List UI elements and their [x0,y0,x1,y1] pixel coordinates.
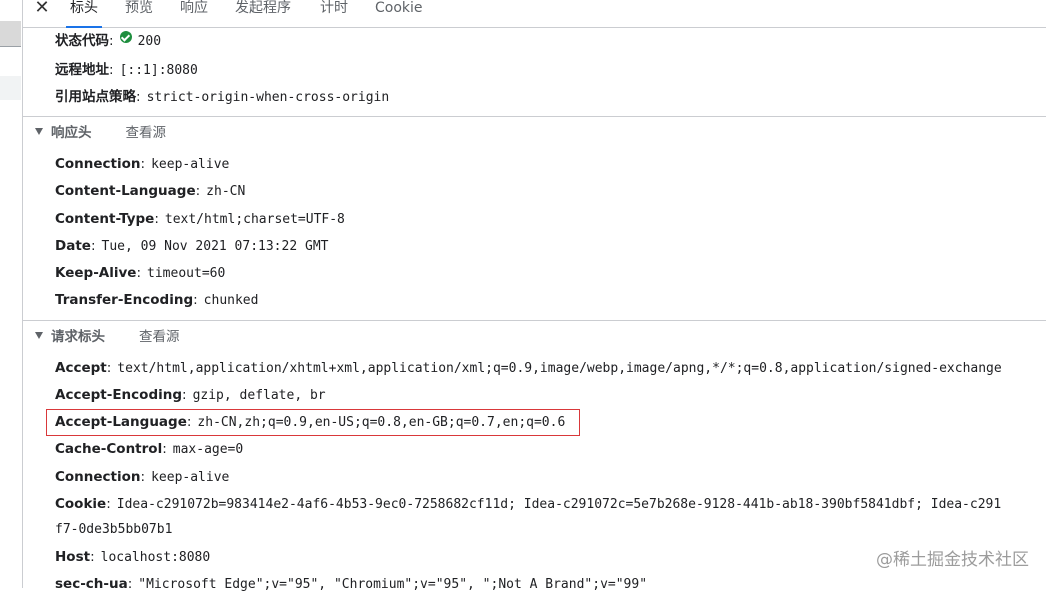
tab-response[interactable]: 响应 [180,0,208,27]
header-key: Connection [55,156,141,172]
check-circle-icon [119,31,132,43]
header-value: [::1]:8080 [119,63,198,78]
header-key: Cache-Control [55,441,163,457]
header-value: Tue, 09 Nov 2021 07:13:22 GMT [101,239,329,254]
header-key: Accept-Encoding [55,387,183,403]
header-value: localhost:8080 [100,550,211,565]
response-header-row: Content-Type: text/html;charset=UTF-8 [55,211,345,227]
header-value: strict-origin-when-cross-origin [146,90,390,105]
header-value: keep-alive [151,157,230,172]
headers-panel: 状态代码: 200 远程地址: [::1]:8080 引用站点策略: strict-o… [23,28,1046,592]
header-value: max-age=0 [172,442,244,457]
request-header-row: Host: localhost:8080 [55,549,211,565]
tab-timing[interactable]: 计时 [320,0,348,27]
response-header-row: Content-Language: zh-CN [55,183,246,199]
section-divider [23,116,1046,117]
request-header-row: Cache-Control: max-age=0 [55,441,244,457]
header-key: Cookie [55,496,107,512]
view-source-link[interactable]: 查看源 [139,329,180,345]
section-title: 响应头 [51,125,92,141]
response-headers-toggle[interactable]: 响应头 查看源 [35,123,166,143]
header-key: Keep-Alive [55,265,137,281]
request-headers-toggle[interactable]: 请求标头 查看源 [35,327,180,347]
general-row: 状态代码: 200 [55,31,162,49]
tab-headers[interactable]: 标头 [66,0,102,28]
general-row: 引用站点策略: strict-origin-when-cross-origin [55,89,390,105]
header-value: zh-CN,zh;q=0.9,en-US;q=0.8,en-GB;q=0.7,e… [197,415,566,430]
header-key: 引用站点策略 [55,89,136,105]
tab-cookies[interactable]: Cookie [375,0,423,27]
response-header-row: Keep-Alive: timeout=60 [55,265,226,281]
detail-tab-bar: ✕ 标头 预览 响应 发起程序 计时 Cookie [23,0,1046,28]
header-key: 远程地址 [55,62,109,78]
request-list-strip[interactable] [0,0,23,588]
header-value: chunked [203,293,259,308]
header-value: 200 [137,34,162,49]
request-header-row: Connection: keep-alive [55,469,230,485]
header-key: Content-Type [55,211,155,227]
header-value: "Microsoft Edge";v="95", "Chromium";v="9… [138,577,648,592]
header-value: f7-0de3b5bb07b1 [55,522,173,537]
watermark: @稀土掘金技术社区 [876,550,1029,570]
tab-preview[interactable]: 预览 [125,0,153,27]
header-key: Connection [55,469,141,485]
tab-initiator[interactable]: 发起程序 [235,0,291,27]
request-header-row: Accept-Encoding: gzip, deflate, br [55,387,326,403]
header-value: Idea-c291072b=983414e2-4af6-4b53-9ec0-72… [116,497,1002,512]
header-key: Accept-Language [55,414,187,430]
close-icon[interactable]: ✕ [33,0,51,18]
row-divider [0,46,21,47]
header-key: Date [55,238,91,254]
header-key: Content-Language [55,183,196,199]
header-value: zh-CN [206,184,246,199]
response-header-row: Connection: keep-alive [55,156,230,172]
request-row[interactable] [0,76,21,100]
header-key: Accept [55,360,107,376]
header-key: Host [55,549,91,565]
header-key: Transfer-Encoding [55,292,194,308]
header-value: text/html;charset=UTF-8 [164,212,345,227]
header-key: sec-ch-ua [55,576,128,592]
header-value-continuation: f7-0de3b5bb07b1 [55,520,172,540]
request-header-row: Accept: text/html,application/xhtml+xml,a… [55,360,1002,376]
request-header-row: sec-ch-ua: "Microsoft Edge";v="95", "Chro… [55,576,648,592]
selected-request-row[interactable] [0,21,21,47]
section-divider [23,320,1046,321]
view-source-link[interactable]: 查看源 [126,125,167,141]
request-header-row: Accept-Language: zh-CN,zh;q=0.9,en-US;q=0… [55,414,566,430]
header-value: gzip, deflate, br [192,388,326,403]
header-value: timeout=60 [147,266,226,281]
response-header-row: Date: Tue, 09 Nov 2021 07:13:22 GMT [55,238,329,254]
triangle-down-icon [35,332,43,339]
general-row: 远程地址: [::1]:8080 [55,62,198,78]
header-value: text/html,application/xhtml+xml,applicat… [117,361,1002,376]
section-title: 请求标头 [51,329,105,345]
header-key: 状态代码 [55,33,109,49]
request-header-row: Cookie: Idea-c291072b=983414e2-4af6-4b53-… [55,496,1002,512]
header-value: keep-alive [151,470,230,485]
response-header-row: Transfer-Encoding: chunked [55,292,259,308]
triangle-down-icon [35,128,43,135]
